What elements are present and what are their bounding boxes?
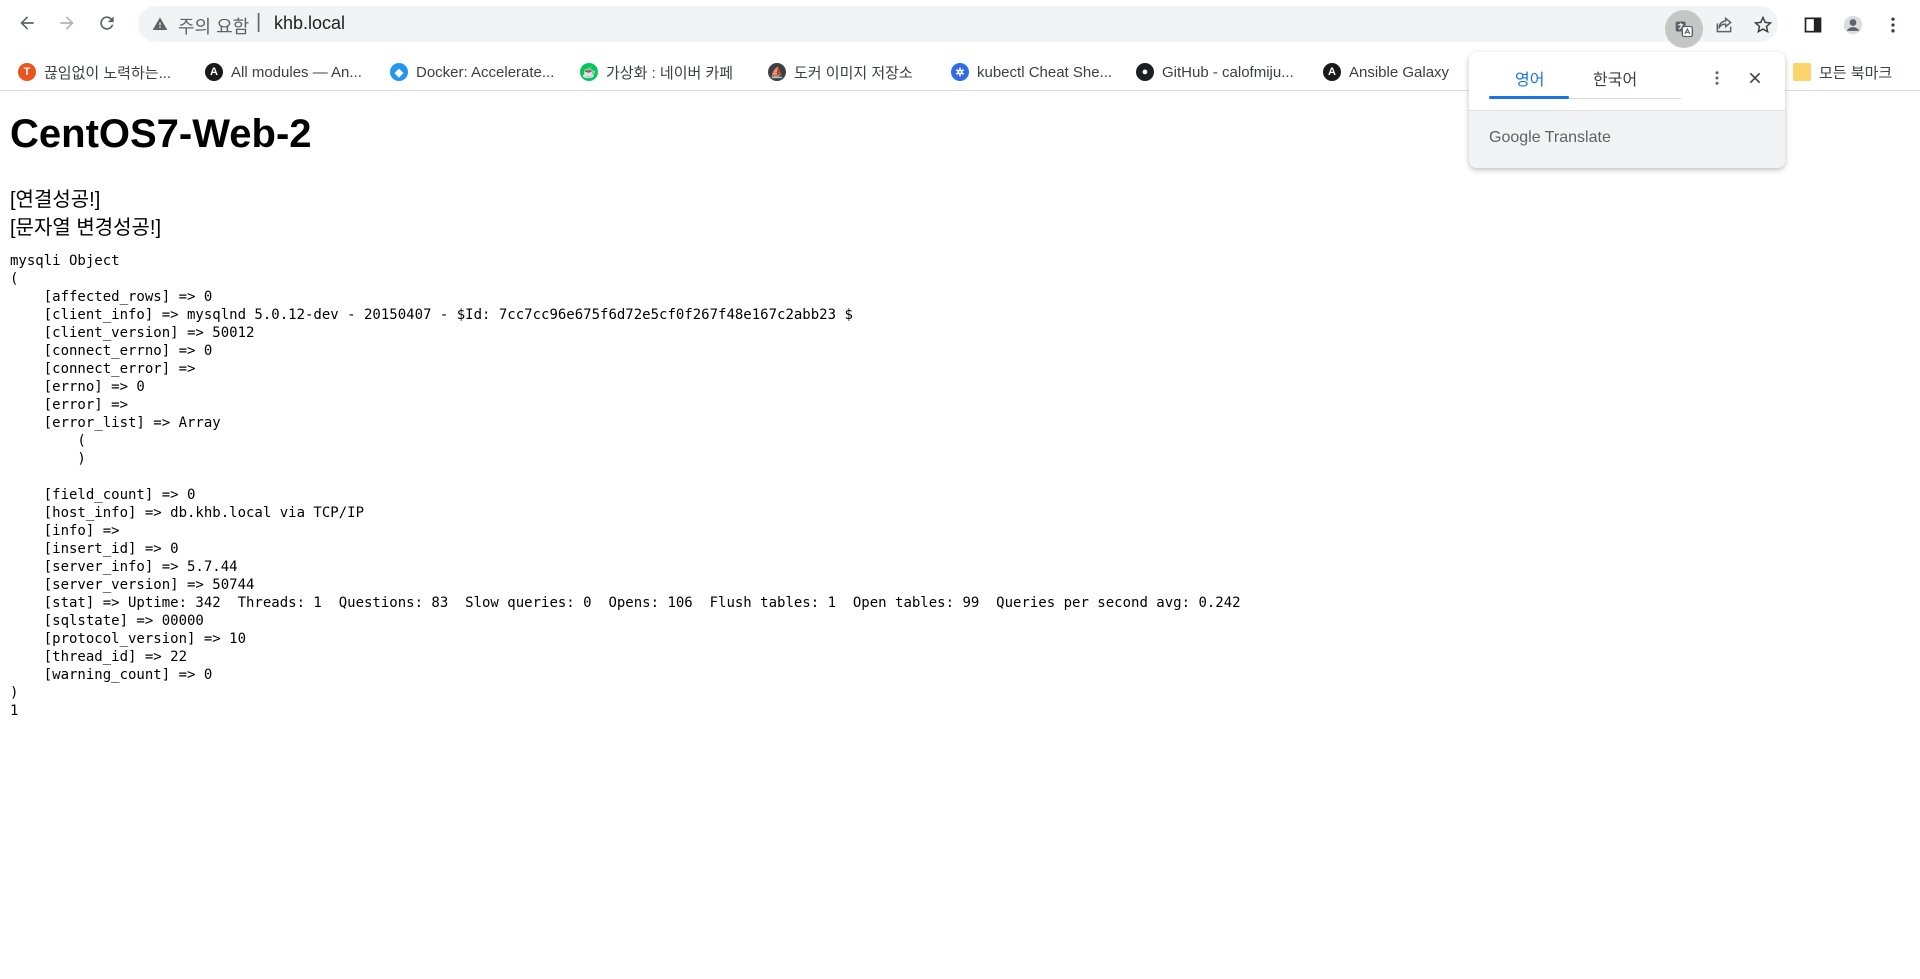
tab-source-language[interactable]: 영어 xyxy=(1515,66,1544,90)
translate-options-button[interactable] xyxy=(1703,64,1731,92)
bookmark-item[interactable]: ☕ 가상화 : 네이버 카페 xyxy=(580,61,733,83)
google-translate-logo: Google Translate xyxy=(1489,129,1611,147)
bookmark-label: 가상화 : 네이버 카페 xyxy=(606,64,734,82)
side-panel-icon xyxy=(1804,17,1822,33)
address-separator: | xyxy=(256,11,262,33)
arrow-right-icon xyxy=(60,16,74,30)
star-icon xyxy=(1753,15,1773,34)
more-vertical-icon xyxy=(1891,17,1895,33)
docker-icon: ◆ xyxy=(390,63,408,81)
more-vertical-icon xyxy=(1715,71,1719,85)
brand-translate: Translate xyxy=(1544,129,1611,146)
folder-icon xyxy=(1793,63,1811,81)
bookmark-item[interactable]: ✲ kubectl Cheat She... xyxy=(951,61,1112,83)
warning-icon xyxy=(152,17,168,30)
bookmark-star-button[interactable] xyxy=(1752,14,1774,36)
tab-target-language[interactable]: 한국어 xyxy=(1593,66,1637,90)
active-tab-indicator xyxy=(1489,96,1569,99)
arrow-left-icon xyxy=(20,16,34,30)
bookmark-label: 모든 북마크 xyxy=(1819,64,1893,82)
string-change-status: [문자열 변경성공!] xyxy=(10,217,162,239)
github-icon: ● xyxy=(1136,63,1154,81)
translate-button[interactable] xyxy=(1665,10,1703,48)
page-title: CentOS7-Web-2 xyxy=(10,112,312,156)
mysqli-object-dump: mysqli Object ( [affected_rows] => 0 [cl… xyxy=(10,253,1241,719)
profile-avatar-icon xyxy=(1843,15,1863,35)
bookmark-item[interactable]: T 끊임없이 노력하는... xyxy=(18,61,171,83)
translate-icon xyxy=(1675,21,1693,38)
bookmark-item[interactable]: A All modules — An... xyxy=(205,61,362,83)
ansible-icon: A xyxy=(205,63,223,81)
address-bar[interactable]: 주의 요함 | khb.local xyxy=(138,6,1778,42)
brand-google: Google xyxy=(1489,129,1541,146)
reload-icon xyxy=(100,16,114,30)
browser-menu-button[interactable] xyxy=(1882,14,1904,36)
side-panel-button[interactable] xyxy=(1802,14,1824,36)
connection-status: [연결성공!] xyxy=(10,189,101,211)
browser-toolbar: 주의 요함 | khb.local xyxy=(0,0,1920,48)
bookmark-label: Docker: Accelerate... xyxy=(416,63,555,81)
bookmark-label: Ansible Galaxy xyxy=(1349,63,1450,81)
translate-language-tabs: 영어 한국어 xyxy=(1469,52,1785,110)
naver-cafe-icon: ☕ xyxy=(580,63,598,81)
share-icon xyxy=(1716,16,1732,33)
status-messages: [연결성공!] [문자열 변경성공!] xyxy=(10,186,1241,242)
security-status[interactable]: 주의 요함 xyxy=(178,13,249,39)
harbor-icon: ⛵ xyxy=(768,63,786,81)
kubernetes-icon: ✲ xyxy=(951,63,969,81)
translate-footer: Google Translate xyxy=(1469,110,1785,168)
back-button[interactable] xyxy=(12,8,42,38)
share-button[interactable] xyxy=(1713,14,1735,36)
bookmark-label: kubectl Cheat She... xyxy=(977,63,1113,81)
bookmark-item[interactable]: ⛵ 도커 이미지 저장소 xyxy=(768,61,913,83)
tistory-icon: T xyxy=(18,63,36,81)
url-text[interactable]: khb.local xyxy=(274,13,345,34)
forward-button[interactable] xyxy=(52,8,82,38)
bookmark-item[interactable]: ● GitHub - calofmiju... xyxy=(1136,61,1294,83)
translate-popup: 영어 한국어 Google Translate xyxy=(1469,52,1785,168)
profile-button[interactable] xyxy=(1842,14,1864,36)
bookmark-label: 끊임없이 노력하는... xyxy=(44,64,172,82)
bookmark-label: 도커 이미지 저장소 xyxy=(794,64,913,82)
reload-button[interactable] xyxy=(92,8,122,38)
bookmark-label: All modules — An... xyxy=(231,63,362,81)
page-content: CentOS7-Web-2 [연결성공!] [문자열 변경성공!] mysqli… xyxy=(10,108,1241,720)
bookmark-label: GitHub - calofmiju... xyxy=(1162,63,1294,81)
translate-close-button[interactable] xyxy=(1741,64,1769,92)
bookmarks-folder[interactable]: 모든 북마크 xyxy=(1793,61,1892,83)
bookmark-item[interactable]: ◆ Docker: Accelerate... xyxy=(390,61,554,83)
close-icon xyxy=(1749,72,1761,84)
bookmark-item[interactable]: A Ansible Galaxy xyxy=(1323,61,1449,83)
ansible-icon: A xyxy=(1323,63,1341,81)
